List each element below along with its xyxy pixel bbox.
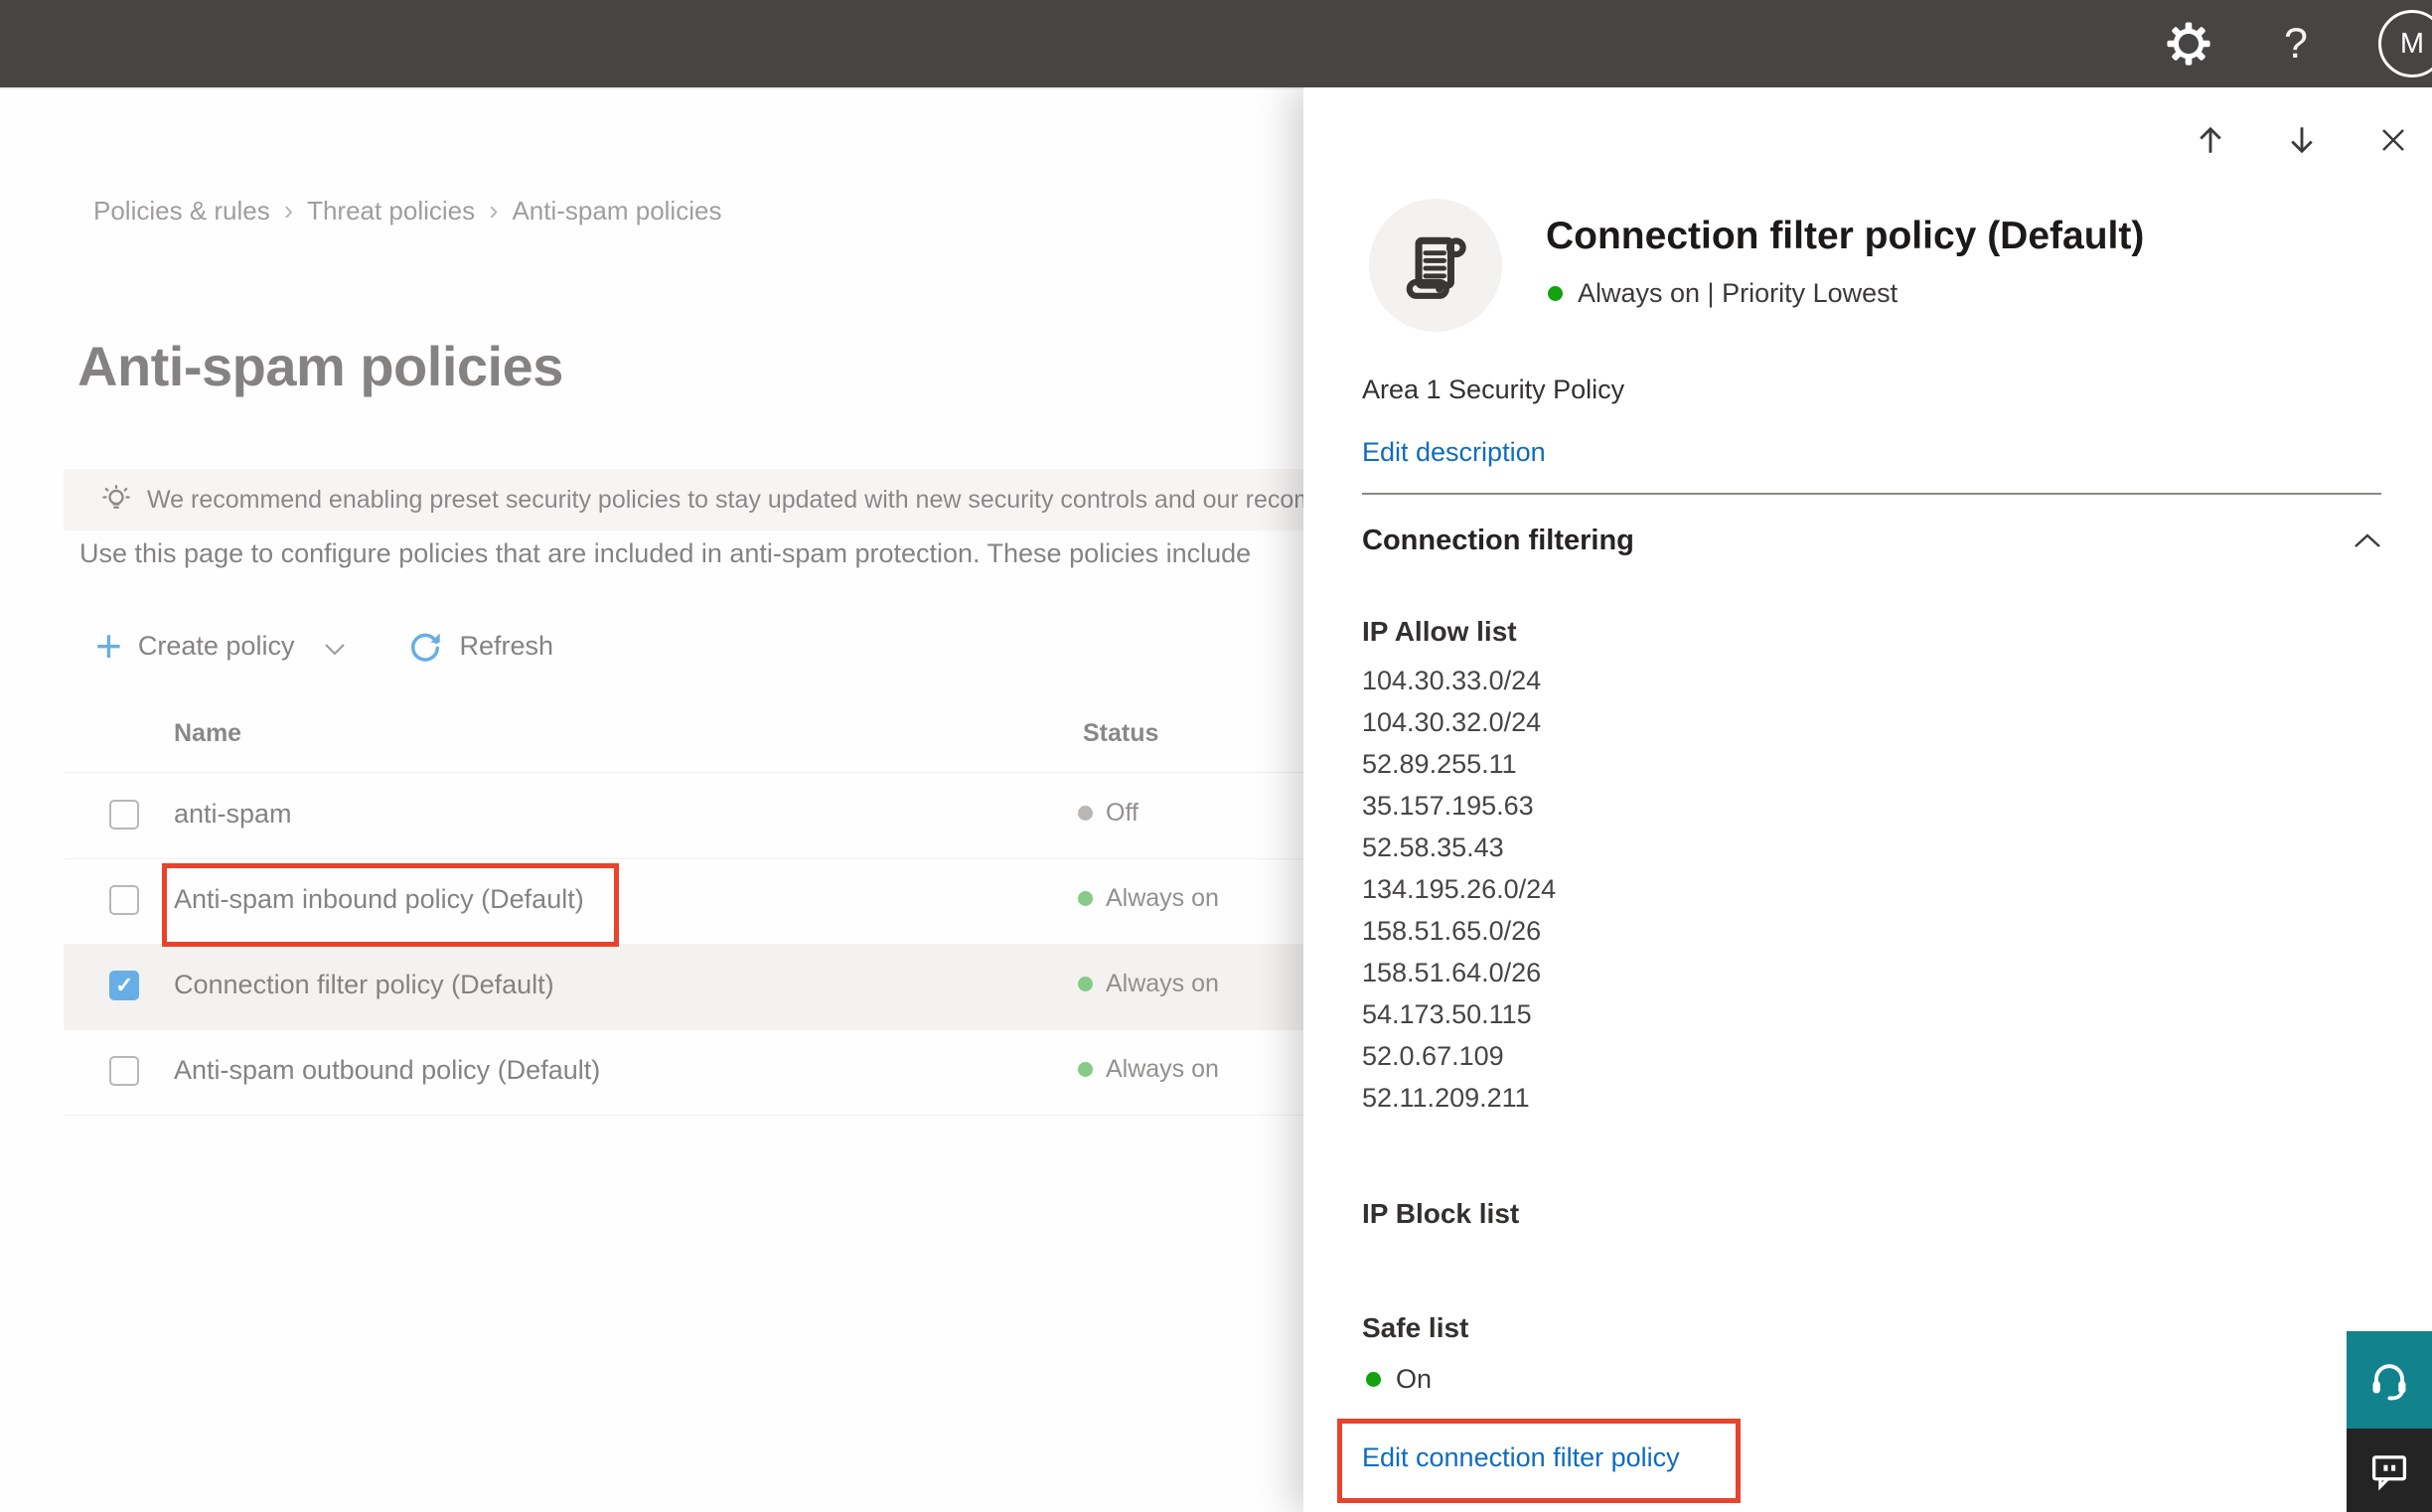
arrow-down-icon (2291, 127, 2313, 154)
row-checkbox[interactable] (109, 885, 139, 915)
column-header-name[interactable]: Name (174, 719, 241, 748)
breadcrumb-anti-spam-policies[interactable]: Anti-spam policies (512, 196, 721, 227)
policy-status: Always on (1078, 1055, 1219, 1084)
status-dot-on (1078, 891, 1093, 906)
ip-entry: 52.11.209.211 (1362, 1083, 1530, 1113)
status-dot-on (1548, 286, 1563, 301)
policy-name: anti-spam (174, 799, 292, 829)
policy-status: Off (1078, 799, 1139, 828)
headset-icon (2372, 1364, 2406, 1401)
previous-item-button[interactable] (2188, 117, 2233, 163)
flyout-nav (2188, 117, 2416, 163)
create-policy-button[interactable]: + Create policy (95, 620, 346, 672)
ip-entry: 35.157.195.63 (1362, 791, 1534, 821)
policy-description: Area 1 Security Policy (1362, 375, 1625, 404)
section-divider (1362, 493, 2381, 495)
ip-entry: 158.51.65.0/26 (1362, 916, 1542, 946)
status-label: Always on (1106, 884, 1219, 912)
chevron-up-icon (2355, 533, 2380, 547)
status-label: Off (1106, 799, 1139, 827)
column-header-status[interactable]: Status (1083, 719, 1158, 748)
status-label: Always on (1106, 970, 1219, 997)
ip-allow-list-heading: IP Allow list (1362, 616, 1517, 647)
ip-entry: 52.0.67.109 (1362, 1041, 1504, 1071)
refresh-icon (411, 633, 441, 662)
create-policy-label: Create policy (137, 630, 295, 661)
gear-icon (2167, 22, 2210, 66)
ip-entry: 54.173.50.115 (1362, 999, 1532, 1029)
status-label: Always on (1106, 1055, 1219, 1083)
breadcrumb-policies-rules[interactable]: Policies & rules (93, 196, 270, 227)
settings-button[interactable] (2164, 19, 2213, 69)
row-checkbox-checked[interactable] (109, 971, 139, 1000)
next-item-button[interactable] (2279, 117, 2325, 163)
breadcrumb: Policies & rules › Threat policies › Ant… (93, 195, 721, 227)
lightbulb-icon (102, 485, 130, 509)
policy-name: Anti-spam outbound policy (Default) (174, 1055, 601, 1085)
policy-details-flyout: Connection filter policy (Default) Alway… (1303, 87, 2432, 1512)
top-bar: ? M (0, 0, 2432, 87)
close-icon (2382, 129, 2404, 151)
edit-connection-filter-policy-link[interactable]: Edit connection filter policy (1362, 1442, 1680, 1473)
toolbar: + Create policy Refresh (95, 618, 553, 674)
edit-description-link[interactable]: Edit description (1362, 437, 1546, 468)
ip-entry: 104.30.33.0/24 (1362, 666, 1542, 695)
ip-entry: 52.58.35.43 (1362, 832, 1504, 862)
ip-entry: 104.30.32.0/24 (1362, 707, 1542, 737)
arrow-up-icon (2200, 126, 2221, 153)
avatar-initial: M (2399, 27, 2425, 60)
chevron-right-icon: › (283, 195, 294, 226)
safe-list-heading: Safe list (1362, 1312, 1469, 1343)
policy-status: Always on (1078, 970, 1219, 998)
flyout-title: Connection filter policy (Default) (1546, 215, 2145, 257)
table-row-outbound-policy[interactable]: Anti-spam outbound policy (Default) Alwa… (64, 1029, 1490, 1116)
refresh-button[interactable]: Refresh (407, 628, 553, 664)
safe-list-status: On (1366, 1364, 1432, 1395)
help-button[interactable]: ? (2271, 19, 2321, 69)
ip-entry: 158.51.64.0/26 (1362, 958, 1542, 987)
status-dot-on (1366, 1372, 1381, 1387)
breadcrumb-threat-policies[interactable]: Threat policies (307, 196, 475, 227)
policy-name: Anti-spam inbound policy (Default) (174, 884, 584, 914)
recommendation-banner: We recommend enabling preset security po… (64, 469, 1490, 530)
chevron-right-icon: › (489, 195, 499, 226)
page-title: Anti-spam policies (77, 335, 563, 397)
status-priority-label: Always on | Priority Lowest (1578, 278, 1899, 308)
policy-name: Connection filter policy (Default) (174, 970, 554, 999)
banner-text: We recommend enabling preset security po… (147, 485, 1349, 514)
row-checkbox[interactable] (109, 800, 139, 830)
feedback-bubble-icon (2371, 1455, 2407, 1491)
support-button[interactable] (2347, 1331, 2432, 1429)
refresh-label: Refresh (459, 630, 553, 661)
safe-list-status-label: On (1396, 1364, 1433, 1394)
flyout-status-line: Always on | Priority Lowest (1548, 278, 1898, 309)
ip-allow-list: 104.30.33.0/24 104.30.32.0/24 52.89.255.… (1362, 660, 1556, 1119)
table-row-inbound-policy[interactable]: Anti-spam inbound policy (Default) Alway… (64, 858, 1490, 945)
table-header: Name Status (64, 699, 1490, 773)
ip-entry: 134.195.26.0/24 (1362, 874, 1557, 904)
account-avatar[interactable]: M (2378, 10, 2432, 77)
help-icon: ? (2284, 19, 2308, 68)
status-dot-on (1078, 977, 1093, 991)
status-dot-on (1078, 1062, 1093, 1077)
ip-block-list-heading: IP Block list (1362, 1198, 1520, 1229)
policy-scroll-icon (1406, 236, 1466, 299)
chevron-down-icon (325, 643, 346, 656)
section-title: Connection filtering (1362, 525, 1634, 556)
policy-status: Always on (1078, 884, 1219, 913)
close-flyout-button[interactable] (2370, 117, 2416, 163)
status-dot-off (1078, 806, 1093, 821)
page-description: Use this page to configure policies that… (79, 538, 1252, 568)
top-bar-actions: ? M (2164, 0, 2432, 87)
feedback-button[interactable] (2347, 1429, 2432, 1512)
connection-filtering-section-toggle[interactable]: Connection filtering (1362, 525, 2381, 557)
table-row-connection-filter-policy[interactable]: Connection filter policy (Default) Alway… (64, 944, 1490, 1030)
table-row-anti-spam[interactable]: anti-spam Off (64, 773, 1490, 859)
policy-badge (1369, 199, 1502, 332)
plus-icon: + (95, 620, 122, 672)
row-checkbox[interactable] (109, 1056, 139, 1086)
ip-entry: 52.89.255.11 (1362, 749, 1517, 779)
app-window: ? M Policies & rules › Threat policies ›… (0, 0, 2432, 1512)
